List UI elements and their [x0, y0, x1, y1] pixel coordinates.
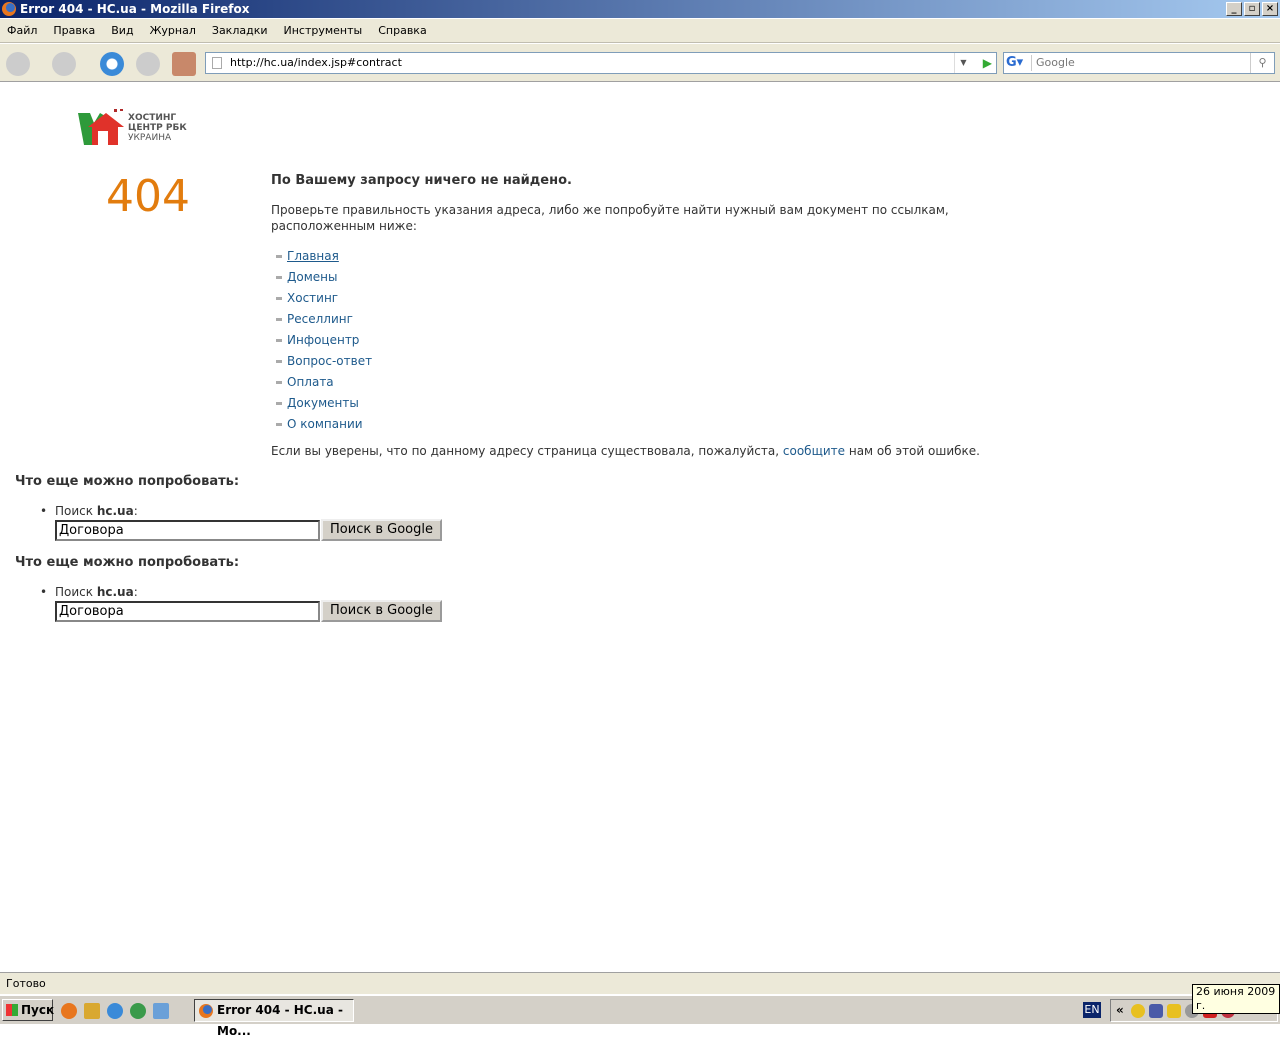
link-domains[interactable]: Домены [287, 270, 337, 284]
firefox-icon [2, 2, 16, 16]
language-indicator[interactable]: EN [1083, 1002, 1101, 1018]
taskbar-firefox-window[interactable]: Error 404 - HC.ua - Mo... [194, 999, 354, 1038]
error-heading: По Вашему запросу ничего не найдено. [271, 173, 572, 188]
network-icon[interactable] [1149, 1004, 1163, 1018]
window-title: Error 404 - HC.ua - Mozilla Firefox [20, 2, 250, 16]
report-link[interactable]: сообщите [783, 444, 845, 458]
taskbar: Пуск Error 404 - HC.ua - Mo... EN « 8:36 [0, 995, 1280, 1038]
search-icon[interactable]: ⚲ [1250, 53, 1274, 73]
link-payment[interactable]: Оплата [287, 375, 334, 389]
security-shield-icon[interactable] [1131, 1004, 1145, 1018]
report-text: Если вы уверены, что по данному адресу с… [271, 444, 980, 458]
menu-history[interactable]: Журнал [150, 24, 196, 37]
url-dropdown-icon[interactable]: ▼ [954, 53, 972, 73]
menu-help[interactable]: Справка [378, 24, 426, 37]
link-documents[interactable]: Документы [287, 396, 359, 410]
menu-bookmarks[interactable]: Закладки [212, 24, 268, 37]
search-box[interactable]: G▾ Google ⚲ [1003, 52, 1275, 74]
maximize-button[interactable]: ▫ [1244, 2, 1260, 16]
site-links: Главная Домены Хостинг Реселлинг Инфоцен… [276, 246, 1021, 435]
home-icon[interactable] [172, 52, 196, 76]
link-reselling[interactable]: Реселлинг [287, 312, 353, 326]
date-tooltip: 26 июня 2009 г. [1192, 984, 1280, 1014]
menu-tools[interactable]: Инструменты [284, 24, 363, 37]
back-icon[interactable] [6, 52, 30, 76]
ie-quicklaunch-icon[interactable] [107, 1003, 123, 1019]
media-quicklaunch-icon[interactable] [130, 1003, 146, 1019]
logo[interactable]: ХОСТИНГ ЦЕНТР РБК УКРАИНА [78, 103, 203, 147]
tools-quicklaunch-icon[interactable] [84, 1003, 100, 1019]
search-label: Поиск hc.ua: [40, 504, 138, 518]
url-text: http://hc.ua/index.jsp#contract [230, 56, 402, 69]
error-message: По Вашему запросу ничего не найдено. Про… [271, 173, 1021, 459]
google-search-button-2[interactable]: Поиск в Google [321, 600, 442, 622]
google-search-button[interactable]: Поиск в Google [321, 519, 442, 541]
page-icon [212, 57, 222, 69]
site-search-input-2[interactable]: Договора [55, 601, 320, 622]
error-code: 404 [106, 171, 190, 222]
close-button[interactable]: × [1262, 2, 1278, 16]
google-engine-icon[interactable]: G▾ [1006, 55, 1032, 71]
link-hosting[interactable]: Хостинг [287, 291, 338, 305]
start-button[interactable]: Пуск [2, 999, 54, 1021]
tray-expand-icon[interactable]: « [1116, 1000, 1124, 1021]
page-content: ХОСТИНГ ЦЕНТР РБК УКРАИНА 404 По Вашему за… [0, 83, 1280, 971]
firefox-quicklaunch-icon[interactable] [61, 1003, 77, 1019]
network-warning-icon[interactable] [1167, 1004, 1181, 1018]
title-bar: Error 404 - HC.ua - Mozilla Firefox _ ▫ × [0, 0, 1280, 18]
link-faq[interactable]: Вопрос-ответ [287, 354, 372, 368]
menu-edit[interactable]: Правка [53, 24, 95, 37]
menu-bar: Файл Правка Вид Журнал Закладки Инструме… [0, 19, 1280, 43]
try-heading-2: Что еще можно попробовать: [15, 555, 240, 570]
link-infocenter[interactable]: Инфоцентр [287, 333, 359, 347]
search-label-2: Поиск hc.ua: [40, 585, 138, 599]
try-heading: Что еще можно попробовать: [15, 474, 240, 489]
search-placeholder: Google [1036, 56, 1075, 69]
desktop-quicklaunch-icon[interactable] [153, 1003, 169, 1019]
error-intro: Проверьте правильность указания адреса, … [271, 203, 949, 233]
logo-text: ХОСТИНГ ЦЕНТР РБК УКРАИНА [128, 113, 187, 143]
minimize-button[interactable]: _ [1226, 2, 1242, 16]
forward-icon[interactable] [52, 52, 76, 76]
menu-view[interactable]: Вид [111, 24, 133, 37]
site-search-input[interactable]: Договора [55, 520, 320, 541]
url-bar[interactable]: http://hc.ua/index.jsp#contract ▼ ▶ [205, 52, 997, 74]
menu-file[interactable]: Файл [7, 24, 37, 37]
stop-icon[interactable] [136, 52, 160, 76]
logo-house-icon [78, 109, 124, 145]
reload-icon[interactable] [100, 52, 124, 76]
status-bar: Готово [0, 972, 1280, 994]
link-home[interactable]: Главная [287, 249, 339, 263]
go-icon[interactable]: ▶ [983, 53, 992, 73]
link-about[interactable]: О компании [287, 417, 363, 431]
